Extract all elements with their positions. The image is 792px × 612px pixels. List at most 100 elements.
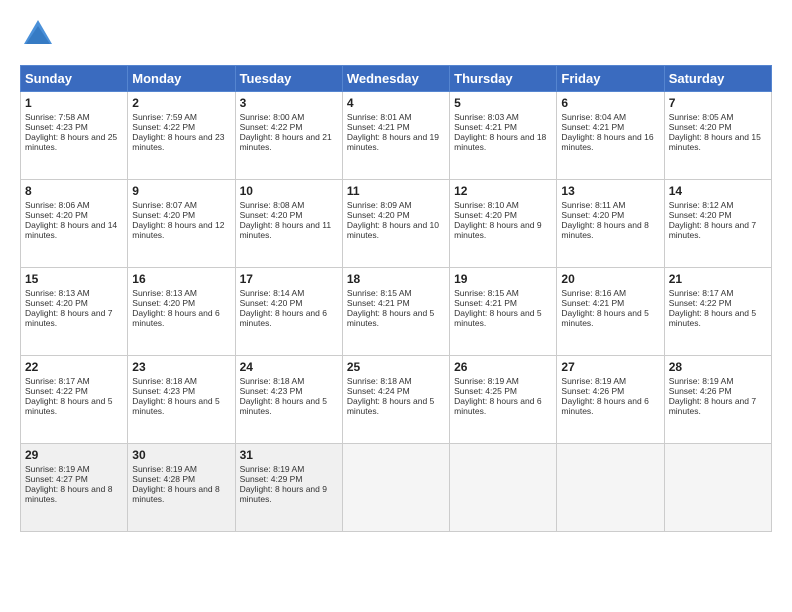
daylight-label: Daylight: 8 hours and 8 minutes. (132, 484, 219, 504)
calendar-cell: 12 Sunrise: 8:10 AM Sunset: 4:20 PM Dayl… (450, 180, 557, 268)
day-of-week-header: Sunday (21, 66, 128, 92)
daylight-label: Daylight: 8 hours and 5 minutes. (347, 396, 434, 416)
sunset-label: Sunset: 4:22 PM (669, 298, 732, 308)
calendar-week-row: 15 Sunrise: 8:13 AM Sunset: 4:20 PM Dayl… (21, 268, 772, 356)
day-number: 14 (669, 184, 767, 198)
calendar-cell: 21 Sunrise: 8:17 AM Sunset: 4:22 PM Dayl… (664, 268, 771, 356)
page-header (20, 16, 772, 57)
day-number: 2 (132, 96, 230, 110)
sunset-label: Sunset: 4:20 PM (454, 210, 517, 220)
day-number: 8 (25, 184, 123, 198)
calendar-table: SundayMondayTuesdayWednesdayThursdayFrid… (20, 65, 772, 532)
daylight-label: Daylight: 8 hours and 9 minutes. (454, 220, 541, 240)
daylight-label: Daylight: 8 hours and 15 minutes. (669, 132, 761, 152)
sunset-label: Sunset: 4:25 PM (454, 386, 517, 396)
day-of-week-header: Wednesday (342, 66, 449, 92)
day-of-week-header: Thursday (450, 66, 557, 92)
day-number: 12 (454, 184, 552, 198)
sunrise-label: Sunrise: 8:00 AM (240, 112, 305, 122)
sunrise-label: Sunrise: 8:19 AM (25, 464, 90, 474)
calendar-week-row: 1 Sunrise: 7:58 AM Sunset: 4:23 PM Dayli… (21, 92, 772, 180)
sunset-label: Sunset: 4:21 PM (347, 122, 410, 132)
calendar-cell: 16 Sunrise: 8:13 AM Sunset: 4:20 PM Dayl… (128, 268, 235, 356)
sunrise-label: Sunrise: 8:01 AM (347, 112, 412, 122)
daylight-label: Daylight: 8 hours and 23 minutes. (132, 132, 224, 152)
sunset-label: Sunset: 4:23 PM (240, 386, 303, 396)
daylight-label: Daylight: 8 hours and 19 minutes. (347, 132, 439, 152)
day-number: 27 (561, 360, 659, 374)
sunrise-label: Sunrise: 8:07 AM (132, 200, 197, 210)
calendar-cell: 26 Sunrise: 8:19 AM Sunset: 4:25 PM Dayl… (450, 356, 557, 444)
daylight-label: Daylight: 8 hours and 5 minutes. (132, 396, 219, 416)
daylight-label: Daylight: 8 hours and 5 minutes. (240, 396, 327, 416)
daylight-label: Daylight: 8 hours and 14 minutes. (25, 220, 117, 240)
day-of-week-header: Tuesday (235, 66, 342, 92)
day-number: 23 (132, 360, 230, 374)
sunrise-label: Sunrise: 7:59 AM (132, 112, 197, 122)
daylight-label: Daylight: 8 hours and 9 minutes. (240, 484, 327, 504)
daylight-label: Daylight: 8 hours and 18 minutes. (454, 132, 546, 152)
calendar-cell: 10 Sunrise: 8:08 AM Sunset: 4:20 PM Dayl… (235, 180, 342, 268)
calendar-cell (557, 444, 664, 532)
logo-icon (20, 16, 56, 57)
sunset-label: Sunset: 4:20 PM (669, 210, 732, 220)
sunset-label: Sunset: 4:23 PM (132, 386, 195, 396)
calendar-cell: 30 Sunrise: 8:19 AM Sunset: 4:28 PM Dayl… (128, 444, 235, 532)
sunrise-label: Sunrise: 8:18 AM (347, 376, 412, 386)
day-number: 9 (132, 184, 230, 198)
sunset-label: Sunset: 4:21 PM (454, 298, 517, 308)
sunrise-label: Sunrise: 8:06 AM (25, 200, 90, 210)
calendar-cell: 22 Sunrise: 8:17 AM Sunset: 4:22 PM Dayl… (21, 356, 128, 444)
calendar-cell: 15 Sunrise: 8:13 AM Sunset: 4:20 PM Dayl… (21, 268, 128, 356)
day-of-week-header: Saturday (664, 66, 771, 92)
daylight-label: Daylight: 8 hours and 7 minutes. (25, 308, 112, 328)
calendar-cell: 9 Sunrise: 8:07 AM Sunset: 4:20 PM Dayli… (128, 180, 235, 268)
calendar-cell: 25 Sunrise: 8:18 AM Sunset: 4:24 PM Dayl… (342, 356, 449, 444)
sunrise-label: Sunrise: 8:03 AM (454, 112, 519, 122)
daylight-label: Daylight: 8 hours and 8 minutes. (561, 220, 648, 240)
sunrise-label: Sunrise: 8:19 AM (561, 376, 626, 386)
daylight-label: Daylight: 8 hours and 5 minutes. (25, 396, 112, 416)
day-number: 20 (561, 272, 659, 286)
sunrise-label: Sunrise: 8:13 AM (25, 288, 90, 298)
sunset-label: Sunset: 4:20 PM (25, 210, 88, 220)
day-number: 6 (561, 96, 659, 110)
daylight-label: Daylight: 8 hours and 5 minutes. (669, 308, 756, 328)
day-number: 22 (25, 360, 123, 374)
sunset-label: Sunset: 4:28 PM (132, 474, 195, 484)
sunrise-label: Sunrise: 8:19 AM (240, 464, 305, 474)
daylight-label: Daylight: 8 hours and 21 minutes. (240, 132, 332, 152)
day-number: 10 (240, 184, 338, 198)
calendar-cell: 11 Sunrise: 8:09 AM Sunset: 4:20 PM Dayl… (342, 180, 449, 268)
sunrise-label: Sunrise: 8:08 AM (240, 200, 305, 210)
sunset-label: Sunset: 4:29 PM (240, 474, 303, 484)
daylight-label: Daylight: 8 hours and 6 minutes. (132, 308, 219, 328)
day-number: 3 (240, 96, 338, 110)
sunset-label: Sunset: 4:21 PM (347, 298, 410, 308)
day-number: 19 (454, 272, 552, 286)
day-number: 18 (347, 272, 445, 286)
sunrise-label: Sunrise: 8:18 AM (132, 376, 197, 386)
sunset-label: Sunset: 4:22 PM (240, 122, 303, 132)
day-number: 24 (240, 360, 338, 374)
calendar-cell: 18 Sunrise: 8:15 AM Sunset: 4:21 PM Dayl… (342, 268, 449, 356)
daylight-label: Daylight: 8 hours and 25 minutes. (25, 132, 117, 152)
sunrise-label: Sunrise: 8:16 AM (561, 288, 626, 298)
day-number: 7 (669, 96, 767, 110)
sunset-label: Sunset: 4:20 PM (669, 122, 732, 132)
daylight-label: Daylight: 8 hours and 7 minutes. (669, 220, 756, 240)
sunrise-label: Sunrise: 8:14 AM (240, 288, 305, 298)
day-number: 17 (240, 272, 338, 286)
sunrise-label: Sunrise: 8:19 AM (669, 376, 734, 386)
sunset-label: Sunset: 4:20 PM (25, 298, 88, 308)
calendar-cell: 29 Sunrise: 8:19 AM Sunset: 4:27 PM Dayl… (21, 444, 128, 532)
calendar-cell: 17 Sunrise: 8:14 AM Sunset: 4:20 PM Dayl… (235, 268, 342, 356)
day-number: 26 (454, 360, 552, 374)
day-number: 15 (25, 272, 123, 286)
sunset-label: Sunset: 4:20 PM (240, 298, 303, 308)
sunrise-label: Sunrise: 8:11 AM (561, 200, 625, 210)
sunset-label: Sunset: 4:24 PM (347, 386, 410, 396)
sunset-label: Sunset: 4:20 PM (347, 210, 410, 220)
sunset-label: Sunset: 4:21 PM (454, 122, 517, 132)
calendar-cell: 20 Sunrise: 8:16 AM Sunset: 4:21 PM Dayl… (557, 268, 664, 356)
